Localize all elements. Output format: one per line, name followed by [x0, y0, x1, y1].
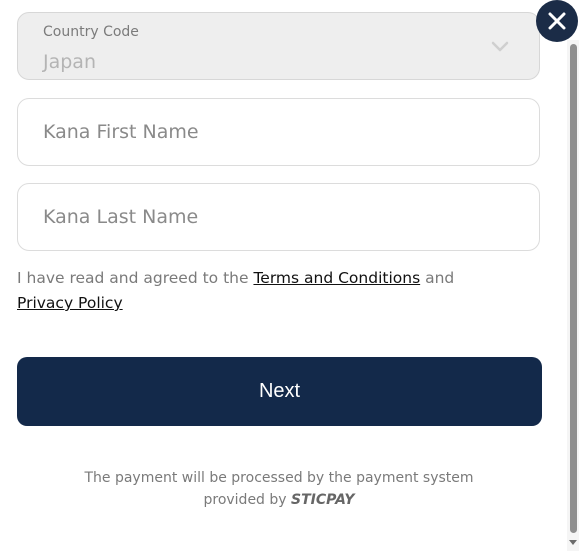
footer-provided-by: provided by	[203, 492, 287, 508]
scroll-down-arrow-icon[interactable]	[569, 540, 577, 545]
close-button[interactable]	[536, 0, 578, 42]
close-icon	[548, 12, 566, 30]
country-code-value: Japan	[43, 51, 96, 73]
chevron-down-icon	[491, 38, 509, 52]
agreement-conjunction: and	[425, 269, 455, 287]
privacy-policy-link[interactable]: Privacy Policy	[17, 294, 123, 312]
sticpay-brand: STICPAY	[291, 492, 355, 508]
payment-processor-note: The payment will be processed by the pay…	[0, 467, 558, 511]
terms-and-conditions-link[interactable]: Terms and Conditions	[253, 269, 420, 287]
payment-form-page: Country Code Japan I have read and agree…	[0, 0, 581, 551]
kana-first-name-input[interactable]	[17, 98, 540, 166]
footer-line-1: The payment will be processed by the pay…	[84, 470, 474, 486]
country-code-select[interactable]: Country Code Japan	[17, 12, 540, 80]
agreement-prefix: I have read and agreed to the	[17, 269, 249, 287]
kana-last-name-input[interactable]	[17, 183, 540, 251]
agreement-text: I have read and agreed to the Terms and …	[17, 266, 547, 316]
footer-line-2: provided by STICPAY	[0, 489, 558, 511]
next-button[interactable]: Next	[17, 357, 542, 426]
country-code-label: Country Code	[43, 24, 139, 40]
scrollbar-thumb[interactable]	[570, 44, 577, 533]
